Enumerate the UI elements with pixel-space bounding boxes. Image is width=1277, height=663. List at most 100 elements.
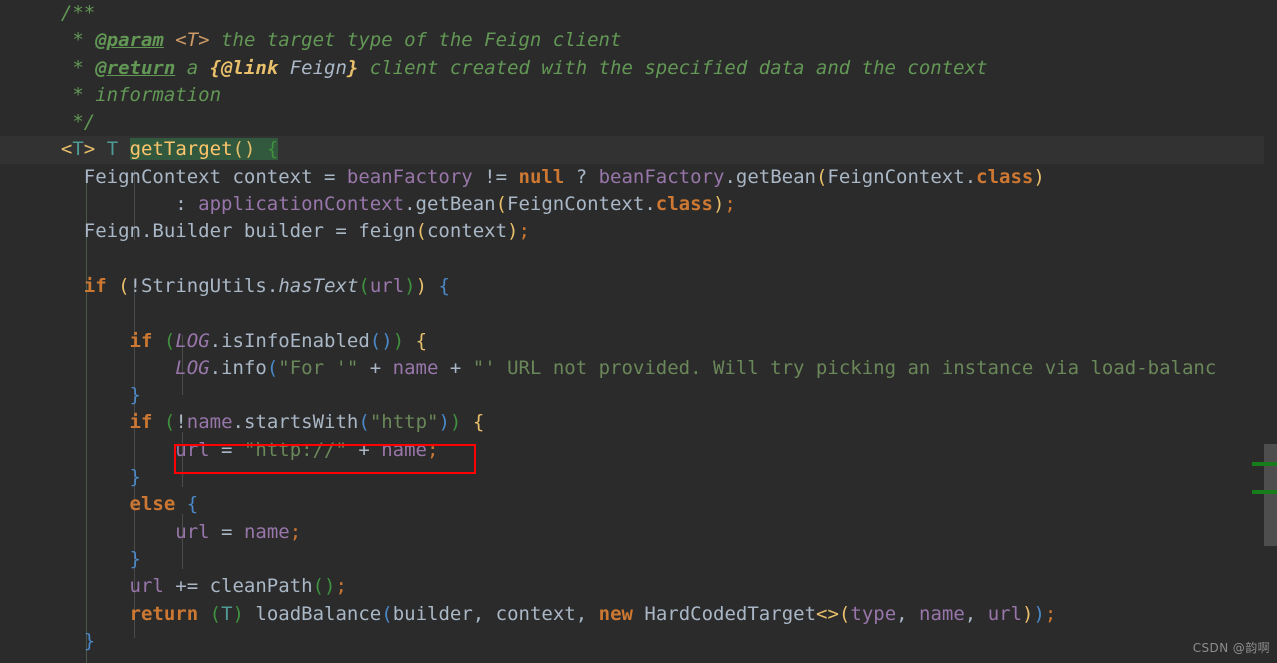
- code-token: ;: [426, 438, 439, 461]
- code-token: type: [850, 602, 897, 625]
- code-line[interactable]: * information: [0, 82, 1277, 109]
- code-token: =: [335, 220, 347, 243]
- editor-scrollbar[interactable]: [1264, 0, 1277, 663]
- code-line[interactable]: }: [0, 382, 1277, 409]
- code-line[interactable]: [0, 246, 1277, 273]
- code-token: >: [83, 138, 96, 161]
- code-editor[interactable]: /** * @param <T> the target type of the …: [0, 0, 1277, 663]
- code-line[interactable]: }: [0, 546, 1277, 573]
- scrollbar-thumb[interactable]: [1264, 444, 1277, 546]
- code-token: name: [392, 356, 439, 379]
- code-token: {: [266, 138, 279, 161]
- code-token: ;: [724, 193, 736, 216]
- code-token: else: [129, 493, 176, 516]
- code-token: ): [1022, 602, 1034, 625]
- code-content[interactable]: /** * @param <T> the target type of the …: [0, 0, 1277, 655]
- code-line[interactable]: FeignContext context = beanFactory != nu…: [0, 164, 1277, 191]
- code-token: =: [209, 438, 244, 461]
- code-line[interactable]: Feign.Builder builder = feign(context);: [0, 218, 1277, 245]
- code-token: ,: [472, 602, 496, 625]
- code-token: "http://": [243, 438, 347, 461]
- code-token: >: [827, 602, 839, 625]
- code-token: /**: [60, 2, 96, 24]
- code-token: getTarget: [129, 138, 233, 161]
- code-token: url: [987, 602, 1023, 625]
- code-token: .: [266, 274, 279, 297]
- code-token: }: [346, 56, 359, 79]
- code-token: class: [655, 193, 713, 216]
- code-line[interactable]: }: [0, 464, 1277, 491]
- code-token: {: [186, 493, 199, 516]
- code-token: !=: [472, 165, 519, 188]
- code-token: Feign.Builder: [38, 220, 233, 243]
- code-token: ): [438, 411, 450, 434]
- code-token: ): [1033, 165, 1045, 188]
- code-token: *: [38, 56, 96, 79]
- code-line[interactable]: <T> T getTarget() {: [0, 136, 1277, 164]
- code-token: (: [415, 220, 427, 243]
- code-token: ,: [964, 602, 988, 625]
- code-line[interactable]: if (!name.startsWith("http")) {: [0, 409, 1277, 436]
- code-token: ,: [896, 602, 920, 625]
- code-token: =: [323, 165, 336, 188]
- code-line[interactable]: if (LOG.isInfoEnabled()) {: [0, 328, 1277, 355]
- code-line[interactable]: else {: [0, 491, 1277, 518]
- code-token: a: [175, 56, 210, 79]
- code-line[interactable]: */: [0, 109, 1277, 136]
- code-token: ): [232, 602, 244, 625]
- code-token: ,: [575, 602, 599, 625]
- code-line[interactable]: if (!StringUtils.hasText(url)) {: [0, 273, 1277, 300]
- code-line[interactable]: : applicationContext.getBean(FeignContex…: [0, 191, 1277, 218]
- code-token: HardCodedTarget: [644, 602, 817, 625]
- code-token: context: [426, 220, 508, 243]
- code-token: "http": [369, 411, 439, 434]
- code-token: ;: [289, 520, 302, 543]
- code-token: if: [129, 411, 153, 434]
- code-line[interactable]: return (T) loadBalance(builder, context,…: [0, 601, 1277, 628]
- code-token: the target type of the Feign client: [209, 29, 622, 52]
- code-line[interactable]: /**: [0, 0, 1277, 27]
- code-token: url: [129, 575, 164, 598]
- code-token: "' URL not provided. Will try picking an…: [472, 356, 1217, 379]
- code-line[interactable]: * @param <T> the target type of the Feig…: [0, 27, 1277, 54]
- code-token: .startsWith: [232, 411, 359, 434]
- code-line[interactable]: url = "http://" + name;: [0, 437, 1277, 464]
- code-token: context: [495, 602, 576, 625]
- code-token: name: [186, 411, 233, 434]
- code-line[interactable]: url = name;: [0, 519, 1277, 546]
- vcs-change-marker: [1252, 490, 1277, 494]
- code-token: (: [358, 274, 370, 297]
- code-token: <T>: [175, 29, 210, 52]
- code-line[interactable]: * @return a {@link Feign} client created…: [0, 55, 1277, 82]
- code-token: ): [324, 575, 336, 598]
- code-token: .getBean: [724, 165, 816, 188]
- code-token: ): [507, 220, 519, 243]
- code-line[interactable]: LOG.info("For '" + name + "' URL not pro…: [0, 355, 1277, 382]
- code-token: FeignContext: [827, 165, 965, 188]
- code-token: !: [129, 274, 142, 297]
- code-token: ): [1033, 602, 1045, 625]
- code-token: ): [404, 274, 416, 297]
- code-token: {@link: [209, 56, 279, 79]
- code-token: @param: [95, 29, 164, 52]
- code-token: (: [163, 329, 176, 352]
- code-line[interactable]: }: [0, 628, 1277, 655]
- code-token: ): [415, 274, 428, 297]
- code-token: cleanPath: [209, 575, 313, 598]
- code-token: (: [369, 329, 382, 352]
- code-token: StringUtils: [141, 274, 267, 297]
- code-token: FeignContext: [38, 165, 222, 188]
- code-line[interactable]: url += cleanPath();: [0, 573, 1277, 600]
- code-line[interactable]: [0, 300, 1277, 327]
